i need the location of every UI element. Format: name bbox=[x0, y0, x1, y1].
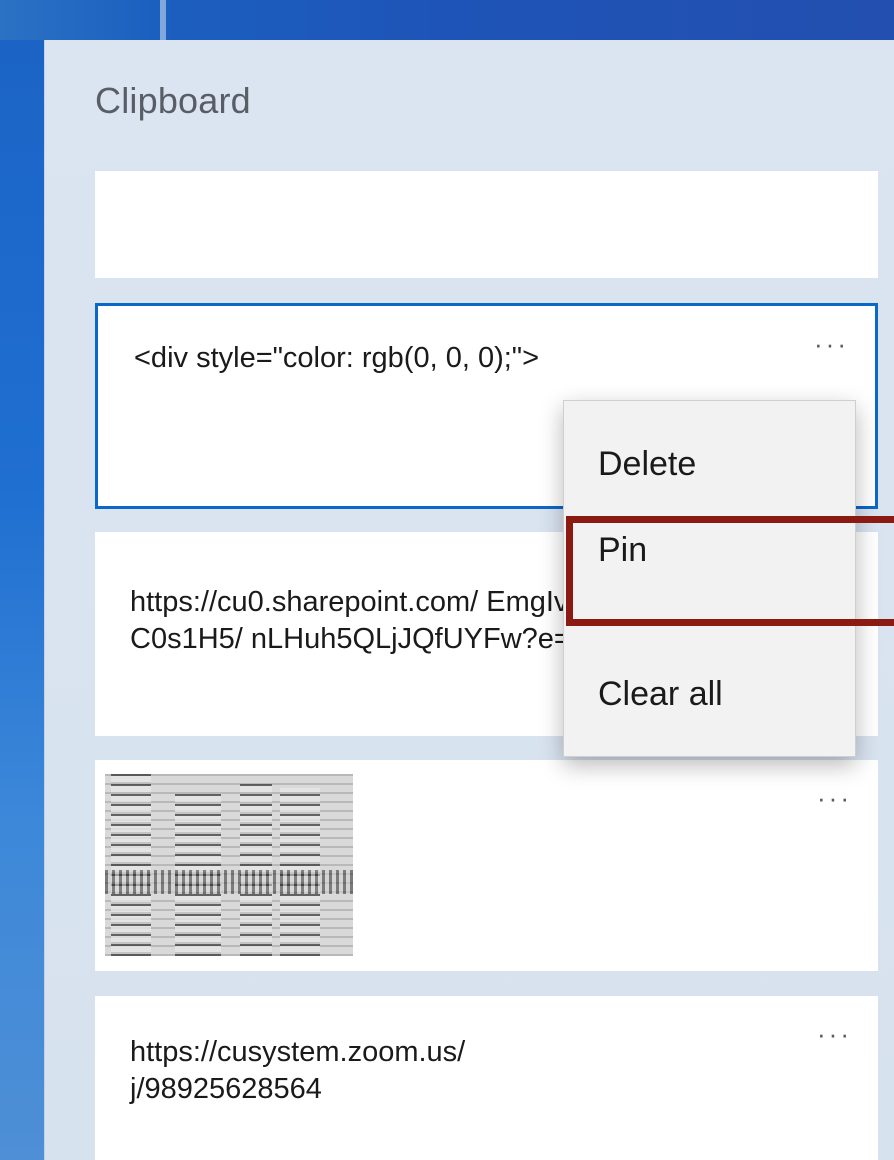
more-options-icon[interactable]: ··· bbox=[817, 785, 852, 811]
more-options-icon[interactable]: ··· bbox=[817, 1021, 852, 1047]
desktop-top-band bbox=[0, 0, 894, 40]
more-options-icon[interactable]: ··· bbox=[814, 331, 849, 357]
pin-highlight-box bbox=[566, 516, 894, 626]
clipboard-item-text: https://cusystem.zoom.us/ j/98925628564 bbox=[130, 1036, 466, 1105]
clipboard-item[interactable] bbox=[95, 171, 878, 278]
thumbnail-band bbox=[105, 870, 353, 894]
clipboard-item-text: <div style="color: rgb(0, 0, 0);"> bbox=[134, 342, 540, 374]
image-thumbnail bbox=[105, 774, 353, 956]
clipboard-item-image[interactable]: ··· bbox=[95, 760, 878, 971]
thumbnail-column bbox=[111, 774, 151, 956]
menu-item-clear-all[interactable]: Clear all bbox=[564, 649, 855, 739]
desktop-left-strip bbox=[0, 40, 44, 1160]
clipboard-item[interactable]: https://cusystem.zoom.us/ j/98925628564 … bbox=[95, 996, 878, 1160]
menu-item-delete[interactable]: Delete bbox=[564, 419, 855, 509]
panel-title: Clipboard bbox=[95, 80, 251, 121]
